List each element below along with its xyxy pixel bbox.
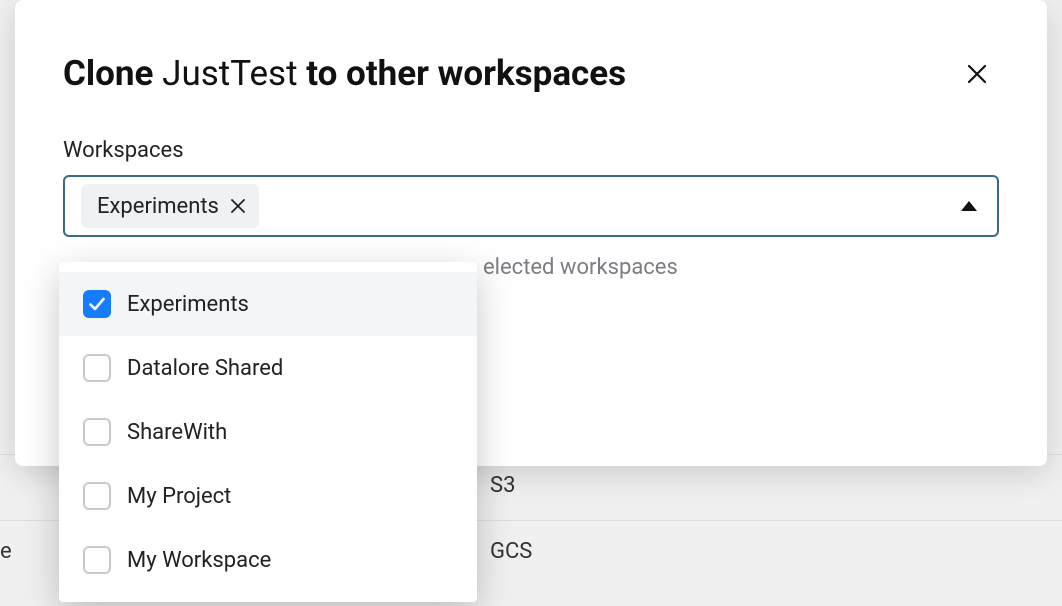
background-cell: GCS bbox=[480, 539, 532, 564]
chip-remove-button[interactable] bbox=[229, 197, 247, 215]
checkbox-unchecked[interactable] bbox=[83, 418, 111, 446]
workspaces-dropdown: Experiments Datalore Shared ShareWith My… bbox=[59, 262, 477, 602]
dialog-header: Clone JustTest to other workspaces bbox=[63, 52, 999, 96]
option-label: ShareWith bbox=[127, 420, 227, 445]
option-label: Experiments bbox=[127, 292, 249, 317]
background-cell-tail: e bbox=[0, 539, 20, 564]
background-cell: S3 bbox=[480, 473, 515, 498]
option-label: My Project bbox=[127, 484, 231, 509]
close-icon bbox=[965, 62, 989, 86]
title-prefix: Clone bbox=[63, 53, 153, 94]
workspace-option-my-workspace[interactable]: My Workspace bbox=[59, 528, 477, 592]
workspace-option-experiments[interactable]: Experiments bbox=[59, 272, 477, 336]
selected-workspace-chip[interactable]: Experiments bbox=[81, 184, 259, 228]
checkbox-checked[interactable] bbox=[83, 290, 111, 318]
title-item-name: JustTest bbox=[162, 53, 297, 94]
title-suffix: to other workspaces bbox=[306, 53, 626, 94]
checkbox-unchecked[interactable] bbox=[83, 354, 111, 382]
option-label: Datalore Shared bbox=[127, 356, 283, 381]
workspaces-field-label: Workspaces bbox=[63, 138, 999, 163]
chip-label: Experiments bbox=[97, 194, 219, 219]
dialog-title: Clone JustTest to other workspaces bbox=[63, 52, 626, 96]
option-label: My Workspace bbox=[127, 548, 271, 573]
close-button[interactable] bbox=[955, 52, 999, 96]
x-icon bbox=[231, 199, 245, 213]
chevron-up-icon[interactable] bbox=[961, 201, 977, 211]
checkbox-unchecked[interactable] bbox=[83, 546, 111, 574]
checkbox-unchecked[interactable] bbox=[83, 482, 111, 510]
workspace-option-datalore-shared[interactable]: Datalore Shared bbox=[59, 336, 477, 400]
workspaces-search-input[interactable] bbox=[271, 186, 961, 226]
check-icon bbox=[88, 295, 106, 313]
workspaces-multiselect[interactable]: Experiments bbox=[63, 175, 999, 237]
workspace-option-my-project[interactable]: My Project bbox=[59, 464, 477, 528]
workspace-option-sharewith[interactable]: ShareWith bbox=[59, 400, 477, 464]
